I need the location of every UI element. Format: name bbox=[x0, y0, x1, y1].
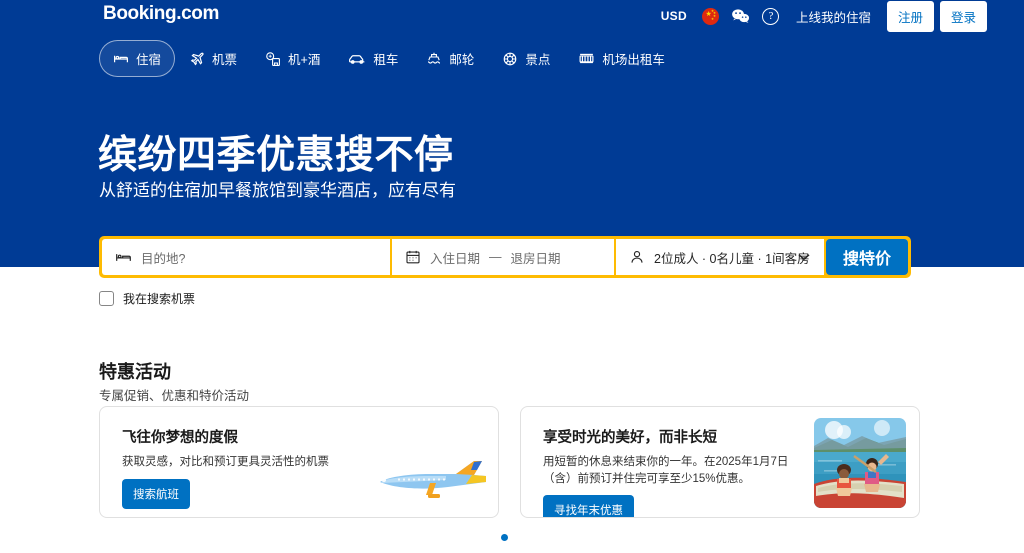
occupancy-selector[interactable]: 2位成人 · 0名儿童 · 1间客房 bbox=[616, 239, 824, 275]
list-property-link[interactable]: 上线我的住宿 bbox=[786, 1, 881, 32]
deal-card-title: 飞往你梦想的度假 bbox=[122, 430, 238, 446]
occupancy-value: 2位成人 · 0名儿童 · 1间客房 bbox=[654, 251, 810, 266]
car-icon bbox=[349, 54, 365, 64]
flight-search-checkbox-label: 我在搜索机票 bbox=[123, 292, 196, 306]
nav-item-stays[interactable]: 住宿 bbox=[99, 40, 176, 77]
nav-item-cruises[interactable]: 邮轮 bbox=[412, 40, 488, 77]
currency-selector[interactable]: USD bbox=[652, 4, 696, 28]
chevron-down-icon bbox=[798, 254, 810, 261]
nav-label: 邮轮 bbox=[449, 53, 475, 67]
nav-item-flights[interactable]: 机票 bbox=[175, 40, 251, 77]
search-bar: 目的地? 入住日期 — 退房日期 2位成人 · 0名儿童 · 1间客房 搜特价 bbox=[99, 236, 911, 278]
deal-card-body: 获取灵感，对比和预订更具灵活性的机票 bbox=[122, 456, 329, 469]
child-left bbox=[836, 464, 852, 496]
person-icon bbox=[631, 251, 643, 263]
nav-item-airport-taxi[interactable]: 机场出租车 bbox=[564, 40, 679, 77]
deal-card-content: 享受时光的美好，而非长短 用短暂的休息来结束你的一年。在2025年1月7日（含）… bbox=[543, 429, 815, 517]
search-submit-button[interactable]: 搜特价 bbox=[825, 239, 908, 275]
nav-label: 机+酒 bbox=[288, 53, 321, 67]
nav-label: 租车 bbox=[373, 53, 399, 67]
flight-search-checkbox[interactable] bbox=[99, 291, 114, 306]
destination-placeholder: 目的地? bbox=[141, 251, 186, 266]
cruise-ship-icon bbox=[428, 52, 441, 64]
nav-label: 机票 bbox=[212, 53, 238, 67]
primary-nav: 住宿 机票 机+酒 租车 邮轮 景点 机场出租车 bbox=[99, 40, 679, 77]
airport-taxi-icon bbox=[579, 53, 594, 64]
airplane-illustration bbox=[380, 461, 486, 498]
find-year-end-deals-button[interactable]: 寻找年末优惠 bbox=[543, 495, 634, 517]
nav-item-flight-hotel[interactable]: 机+酒 bbox=[251, 40, 334, 77]
date-separator: — bbox=[489, 250, 502, 264]
calendar-icon bbox=[406, 250, 420, 264]
nav-label: 机场出租车 bbox=[602, 53, 665, 67]
language-selector[interactable]: ★ ★ ★ ★ ★ bbox=[696, 3, 726, 29]
register-button[interactable]: 注册 bbox=[886, 0, 934, 32]
nav-item-car-rental[interactable]: 租车 bbox=[334, 40, 412, 77]
nav-label: 景点 bbox=[525, 53, 551, 67]
nav-item-attractions[interactable]: 景点 bbox=[488, 40, 564, 77]
date-range-input[interactable]: 入住日期 — 退房日期 bbox=[392, 239, 614, 275]
attractions-icon bbox=[504, 52, 517, 65]
help-button[interactable]: ? bbox=[756, 3, 786, 29]
bed-icon bbox=[114, 55, 128, 62]
deal-card-body: 用短暂的休息来结束你的一年。在2025年1月7日（含）前预订并住完可享至少15%… bbox=[543, 456, 789, 485]
checkin-label: 入住日期 bbox=[430, 251, 481, 266]
checkout-label: 退房日期 bbox=[510, 251, 561, 266]
deal-card-title: 享受时光的美好，而非长短 bbox=[543, 430, 717, 446]
flight-hotel-icon bbox=[266, 51, 280, 66]
wechat-icon bbox=[732, 9, 750, 23]
flight-search-checkbox-row: 我在搜索机票 bbox=[99, 290, 195, 307]
deals-carousel: 飞往你梦想的度假 获取灵感，对比和预订更具灵活性的机票 搜索航班 享受时光的美好… bbox=[99, 406, 920, 518]
destination-input[interactable]: 目的地? bbox=[102, 239, 390, 275]
site-logo[interactable]: Booking.com bbox=[103, 3, 219, 25]
bed-icon bbox=[116, 253, 131, 261]
help-circle-icon: ? bbox=[762, 7, 780, 25]
login-button[interactable]: 登录 bbox=[939, 0, 987, 32]
hero-subtitle: 从舒适的住宿加早餐旅馆到豪华酒店，应有尽有 bbox=[99, 181, 456, 200]
deals-subheading: 专属促销、优惠和特价活动 bbox=[99, 389, 250, 403]
deal-card-year-end[interactable]: 享受时光的美好，而非长短 用短暂的休息来结束你的一年。在2025年1月7日（含）… bbox=[520, 406, 920, 518]
top-bar: Booking.com USD ★ ★ ★ ★ ★ ? 上线我的住宿 注册 登录 bbox=[0, 0, 1024, 32]
canoe-photo bbox=[814, 418, 906, 508]
wechat-button[interactable] bbox=[726, 3, 756, 29]
search-flights-button[interactable]: 搜索航班 bbox=[122, 478, 190, 509]
china-flag-icon: ★ ★ ★ ★ ★ bbox=[702, 7, 720, 25]
hero-band: Booking.com USD ★ ★ ★ ★ ★ ? 上线我的住宿 注册 登录… bbox=[0, 0, 1024, 267]
deals-heading: 特惠活动 bbox=[99, 362, 171, 382]
deal-card-flights[interactable]: 飞往你梦想的度假 获取灵感，对比和预订更具灵活性的机票 搜索航班 bbox=[99, 406, 499, 518]
booking-homepage: Booking.com USD ★ ★ ★ ★ ★ ? 上线我的住宿 注册 登录… bbox=[0, 0, 1024, 553]
deal-card-content: 飞往你梦想的度假 获取灵感，对比和预订更具灵活性的机票 搜索航班 bbox=[122, 429, 394, 509]
hero-title: 缤纷四季优惠搜不停 bbox=[98, 134, 454, 177]
nav-label: 住宿 bbox=[136, 53, 162, 67]
carousel-dot[interactable] bbox=[501, 534, 508, 541]
airplane-icon bbox=[190, 52, 204, 65]
top-bar-right-controls: USD ★ ★ ★ ★ ★ ? 上线我的住宿 注册 登录 bbox=[652, 0, 987, 32]
